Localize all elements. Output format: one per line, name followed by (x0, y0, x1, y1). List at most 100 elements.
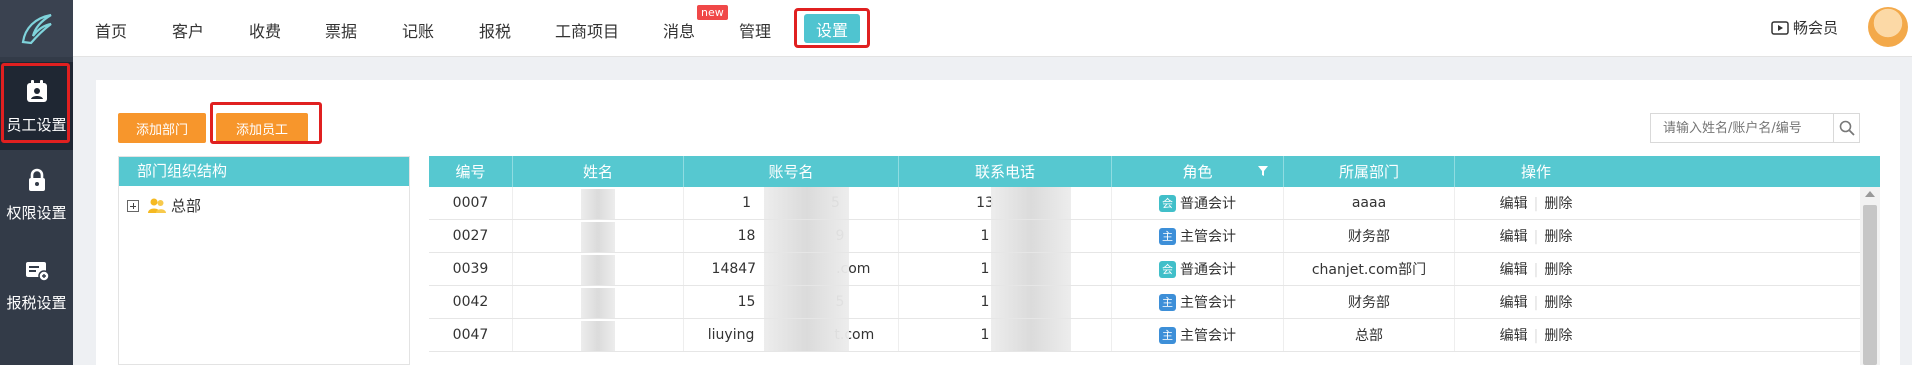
app-logo (0, 0, 73, 57)
cell-account-col: 15 (684, 187, 899, 219)
col-id: 编号 (429, 156, 513, 187)
avatar[interactable] (1868, 7, 1908, 47)
table-row: 0007 1513会普通会计 aaaa 编辑 | 删除 (429, 187, 1880, 220)
cell-actions-col: 编辑 | 删除 (1455, 187, 1617, 219)
cell-name-col (513, 286, 684, 318)
nav-fees[interactable]: 收费 (249, 18, 281, 42)
nav-home[interactable]: 首页 (95, 18, 127, 42)
tree-header: 部门组织结构 (119, 157, 409, 186)
sidebar-item-label: 报税设置 (6, 293, 67, 312)
col-department: 所属部门 (1284, 156, 1455, 187)
table-row: 0039 14847 .com 1 会普通会计 chanjet.com部门 编辑 | 删除 (429, 253, 1880, 286)
sidebar: 员工设置 权限设置 报税设置 (0, 0, 73, 365)
redaction (581, 288, 615, 318)
table-scrollbar[interactable] (1860, 187, 1880, 365)
cell-role-col: 会普通会计 (1112, 187, 1284, 219)
cell-account-col: liuying t.com (684, 319, 899, 351)
search-input[interactable] (1651, 114, 1833, 142)
role-tag-icon: 主 (1159, 326, 1176, 344)
cell-role: 主管会计 (1180, 229, 1236, 245)
cell-id-col: 0042 (429, 286, 513, 318)
app-window: 员工设置 权限设置 报税设置 首页 客户 收费 票据 记账 报税 工商项目 ne… (0, 0, 1912, 365)
edit-link[interactable]: 编辑 (1500, 262, 1528, 278)
edit-link[interactable]: 编辑 (1500, 196, 1528, 212)
cell-role-col: 主主管会计 (1112, 319, 1284, 351)
add-department-button[interactable]: 添加部门 (118, 113, 206, 143)
table-body: 00071513会普通会计aaaa编辑|删除00271891主主管会计财务部编辑… (429, 187, 1880, 352)
search-icon (1839, 120, 1855, 136)
cell-account-head: 18 (737, 228, 756, 244)
col-role[interactable]: 角色 (1112, 156, 1284, 187)
cell-role: 主管会计 (1180, 295, 1236, 311)
redaction (991, 187, 1071, 219)
cell-id: 0027 (452, 228, 489, 244)
role-tag-icon: 主 (1159, 227, 1176, 245)
cell-actions-col: 编辑 | 删除 (1455, 253, 1617, 285)
edit-link[interactable]: 编辑 (1500, 229, 1528, 245)
redaction (764, 187, 849, 219)
redaction (991, 286, 1071, 318)
delete-link[interactable]: 删除 (1544, 229, 1572, 245)
lock-icon (28, 168, 45, 191)
search-button[interactable] (1833, 114, 1859, 142)
nav-tax[interactable]: 报税 (479, 18, 511, 42)
cell-id-col: 0007 (429, 187, 513, 219)
sidebar-item-tax-settings[interactable]: 报税设置 (0, 240, 73, 328)
role-tag-icon: 会 (1159, 260, 1176, 278)
cell-account-col: 155 (684, 286, 899, 318)
col-actions: 操作 (1520, 163, 1551, 181)
col-phone: 联系电话 (899, 156, 1112, 187)
filter-icon[interactable] (1257, 165, 1269, 177)
sidebar-item-permission-settings[interactable]: 权限设置 (0, 150, 73, 238)
cell-account-head: liuying (707, 327, 755, 343)
delete-link[interactable]: 删除 (1544, 196, 1572, 212)
cell-actions-col: 编辑 | 删除 (1455, 220, 1617, 252)
redaction (581, 255, 615, 285)
cell-role-col: 会普通会计 (1112, 253, 1284, 285)
cell-phone: 1 (980, 261, 990, 277)
delete-link[interactable]: 删除 (1544, 328, 1572, 344)
redaction (764, 253, 849, 285)
nav-business-projects[interactable]: 工商项目 (555, 18, 619, 42)
cell-phone-col: 13 (899, 187, 1112, 219)
edit-link[interactable]: 编辑 (1500, 328, 1528, 344)
nav-bookkeeping[interactable]: 记账 (402, 18, 434, 42)
member-link[interactable]: 畅会员 (1771, 17, 1838, 38)
scroll-up-arrow[interactable] (1865, 191, 1875, 197)
table-row: 0047 liuying t.com 1 主主管会计 总部 编辑 | 删除 (429, 319, 1880, 352)
nav-management[interactable]: 管理 (739, 18, 771, 42)
cell-role: 普通会计 (1180, 196, 1236, 212)
delete-link[interactable]: 删除 (1544, 295, 1572, 311)
edit-link[interactable]: 编辑 (1500, 295, 1528, 311)
tree-node-root[interactable]: 总部 (127, 195, 201, 216)
col-role-label: 角色 (1182, 163, 1213, 181)
staff-table: 编号 姓名 账号名 联系电话 角色 所属部门 操作 00071513会普通会计a… (429, 156, 1880, 365)
expand-icon[interactable] (127, 199, 139, 212)
scroll-thumb[interactable] (1863, 205, 1877, 365)
sidebar-item-label: 权限设置 (6, 203, 67, 222)
redaction (764, 286, 849, 318)
nav-customers[interactable]: 客户 (172, 18, 204, 42)
play-icon (1771, 20, 1789, 35)
nav-invoices[interactable]: 票据 (325, 18, 357, 42)
cell-account-head: 14847 (711, 261, 757, 277)
nav-messages[interactable]: 消息 (663, 18, 695, 42)
separator: | (1533, 196, 1539, 212)
cell-id: 0047 (452, 327, 489, 343)
cell-department: 财务部 (1348, 229, 1390, 245)
cell-department: 总部 (1355, 328, 1383, 344)
redaction (991, 319, 1071, 351)
users-icon (148, 198, 166, 213)
cell-department: aaaa (1351, 195, 1387, 211)
cell-phone-col: 1 (899, 253, 1112, 285)
delete-link[interactable]: 删除 (1544, 262, 1572, 278)
cell-dept-col: aaaa (1284, 187, 1455, 219)
cell-phone-col: 1 (899, 220, 1112, 252)
department-tree: 部门组织结构 总部 (118, 156, 410, 365)
cell-role-col: 主主管会计 (1112, 220, 1284, 252)
separator: | (1533, 229, 1539, 245)
role-tag-icon: 主 (1159, 293, 1176, 311)
top-nav: 首页 客户 收费 票据 记账 报税 工商项目 new 消息 管理 设置 畅会员 (73, 0, 1912, 57)
cell-account-col: 14847 .com (684, 253, 899, 285)
separator: | (1533, 295, 1539, 311)
